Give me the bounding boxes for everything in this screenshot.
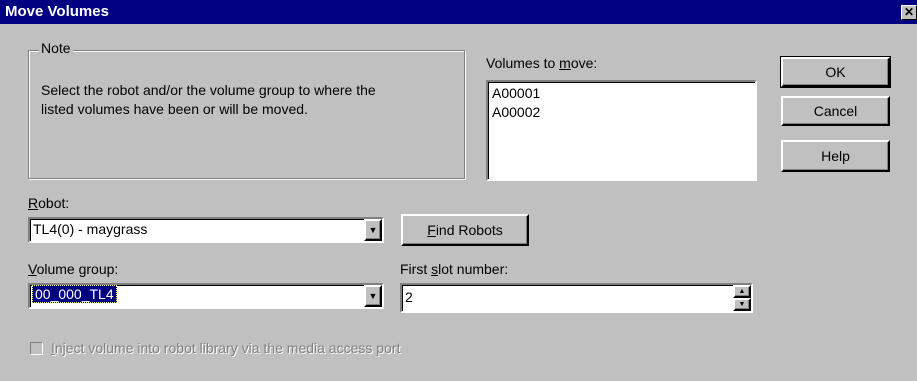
ok-button[interactable]: OK [780,56,891,88]
volume-group-combobox[interactable]: 00_000_TL4 ▼ [28,283,384,309]
note-legend: Note [39,40,73,56]
volumes-label: Volumes to move: [486,55,598,71]
list-item[interactable]: A00001 [488,84,755,103]
volumes-list[interactable]: A00001 A00002 [486,80,757,181]
window-title: Move Volumes [5,3,109,20]
first-slot-value: 2 [405,289,413,305]
chevron-down-icon[interactable]: ▼ [364,219,382,241]
volume-group-value: 00_000_TL4 [32,285,117,303]
robot-combobox[interactable]: TL4(0) - maygrass ▼ [28,217,384,243]
note-text: Select the robot and/or the volume group… [41,82,376,117]
robot-value: TL4(0) - maygrass [33,221,148,237]
inject-checkbox[interactable] [30,342,43,355]
chevron-down-icon[interactable]: ▼ [364,285,382,307]
list-item[interactable]: A00002 [488,103,755,122]
close-icon[interactable]: ✕ [901,5,917,20]
help-button[interactable]: Help [781,140,890,172]
volume-group-label: Volume group: [28,261,119,277]
title-bar[interactable]: Move Volumes ✕ [0,0,917,24]
spin-down-icon[interactable]: ▼ [733,298,751,311]
spin-up-icon[interactable]: ▲ [733,285,751,298]
inject-checkbox-label: Inject volume into robot library via the… [51,340,401,356]
cancel-button[interactable]: Cancel [781,96,890,126]
find-robots-button[interactable]: Find Robots [401,214,529,246]
robot-label: Robot: [28,195,70,211]
first-slot-spinbox[interactable]: 2 ▲ ▼ [400,283,753,313]
first-slot-label: First slot number: [400,261,509,277]
move-volumes-dialog: Move Volumes ✕ Note Select the robot and… [0,0,917,381]
